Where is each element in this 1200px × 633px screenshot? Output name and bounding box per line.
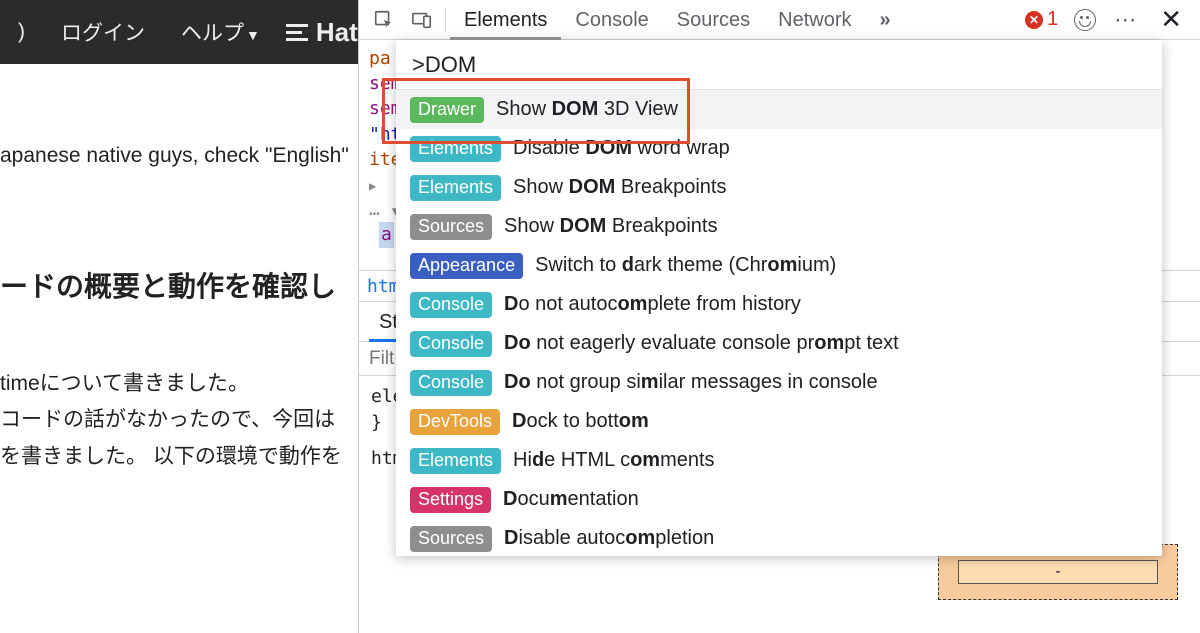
devtools-close-icon[interactable]: ✕: [1148, 4, 1194, 35]
hatena-logo-icon: [286, 21, 308, 43]
devtools-tabs: Elements Console Sources Network »: [450, 0, 905, 40]
command-badge: Elements: [410, 448, 501, 474]
tab-network[interactable]: Network: [764, 0, 865, 40]
devtools-toolbar: Elements Console Sources Network » ✕ 1 ⋯…: [359, 0, 1200, 40]
tab-sources[interactable]: Sources: [663, 0, 764, 40]
command-result[interactable]: Console Do not group similar messages in …: [396, 363, 1162, 402]
error-icon: ✕: [1025, 11, 1043, 29]
command-label: Show DOM Breakpoints: [513, 176, 726, 199]
expand-arrow-icon[interactable]: ▶: [369, 179, 376, 193]
command-result[interactable]: Console Do not eagerly evaluate console p…: [396, 324, 1162, 363]
command-result[interactable]: Sources Show DOM Breakpoints: [396, 207, 1162, 246]
command-label: Disable DOM word wrap: [513, 137, 730, 160]
command-badge: Console: [410, 331, 492, 357]
command-menu: >DOM Drawer Show DOM 3D View Elements Disab…: [396, 40, 1162, 556]
command-menu-input[interactable]: >DOM: [396, 40, 1162, 90]
command-badge: Sources: [410, 214, 492, 240]
hatena-topbar: ) ログイン ヘルプ▼ Hatena: [0, 0, 360, 64]
inspect-element-icon[interactable]: [365, 0, 403, 40]
command-result[interactable]: DevTools Dock to bottom: [396, 402, 1162, 441]
command-label: Show DOM Breakpoints: [504, 215, 717, 238]
box-model-content: -: [958, 560, 1158, 584]
article-body: timeについて書きました。 コードの話がなかったので、今回は を書きました。 …: [0, 366, 358, 476]
login-link[interactable]: ログイン: [43, 17, 163, 47]
command-query: >DOM: [412, 52, 476, 78]
command-badge: Drawer: [410, 97, 484, 123]
command-result[interactable]: Elements Hide HTML comments: [396, 441, 1162, 480]
command-result[interactable]: Console Do not autocomplete from history: [396, 285, 1162, 324]
help-menu[interactable]: ヘルプ▼: [163, 17, 278, 47]
chevron-down-icon: ▼: [246, 27, 260, 43]
command-label: Do not group similar messages in console: [504, 371, 878, 394]
error-count: 1: [1047, 8, 1058, 31]
command-label: Dock to bottom: [512, 410, 649, 433]
english-note: apanese native guys, check "English": [0, 140, 358, 202]
page-content: apanese native guys, check "English" ードの…: [0, 100, 358, 476]
command-label: Do not eagerly evaluate console prompt t…: [504, 332, 899, 355]
tab-overflow-button[interactable]: »: [866, 0, 905, 40]
devtools-more-icon[interactable]: ⋯: [1104, 7, 1148, 33]
article-heading: ードの概要と動作を確認し: [0, 202, 358, 366]
body-line-2: コードの話がなかったので、今回は: [0, 402, 348, 439]
command-label: Switch to dark theme (Chromium): [535, 254, 836, 277]
tab-elements[interactable]: Elements: [450, 0, 561, 40]
command-badge: Sources: [410, 526, 492, 552]
command-badge: Console: [410, 292, 492, 318]
command-badge: Elements: [410, 175, 501, 201]
hatena-left-fragment: ): [0, 20, 43, 44]
command-badge: Console: [410, 370, 492, 396]
error-indicator[interactable]: ✕ 1: [1017, 8, 1066, 31]
command-label: Hide HTML comments: [513, 449, 715, 472]
filter-placeholder: Filt: [369, 348, 394, 370]
command-result[interactable]: Sources Disable autocompletion: [396, 519, 1162, 556]
help-label: ヘルプ: [181, 22, 244, 45]
body-line-1: timeについて書きました。: [0, 366, 348, 403]
command-result[interactable]: Settings Documentation: [396, 480, 1162, 519]
command-label: Disable autocompletion: [504, 527, 714, 550]
command-result[interactable]: Elements Disable DOM word wrap: [396, 129, 1162, 168]
command-badge: Settings: [410, 487, 491, 513]
command-menu-results: Drawer Show DOM 3D View Elements Disable DO…: [396, 90, 1162, 556]
command-badge: DevTools: [410, 409, 500, 435]
device-toolbar-icon[interactable]: [403, 0, 441, 40]
command-badge: Elements: [410, 136, 501, 162]
toolbar-divider: [445, 8, 446, 32]
command-badge: Appearance: [410, 253, 523, 279]
body-line-3: を書きました。 以下の環境で動作を: [0, 439, 348, 476]
command-label: Do not autocomplete from history: [504, 293, 801, 316]
feedback-icon[interactable]: [1074, 9, 1096, 31]
tab-console[interactable]: Console: [561, 0, 662, 40]
command-result[interactable]: Elements Show DOM Breakpoints: [396, 168, 1162, 207]
command-result[interactable]: Appearance Switch to dark theme (Chromium…: [396, 246, 1162, 285]
command-label: Documentation: [503, 488, 639, 511]
command-label: Show DOM 3D View: [496, 98, 678, 121]
command-result[interactable]: Drawer Show DOM 3D View: [396, 90, 1162, 129]
